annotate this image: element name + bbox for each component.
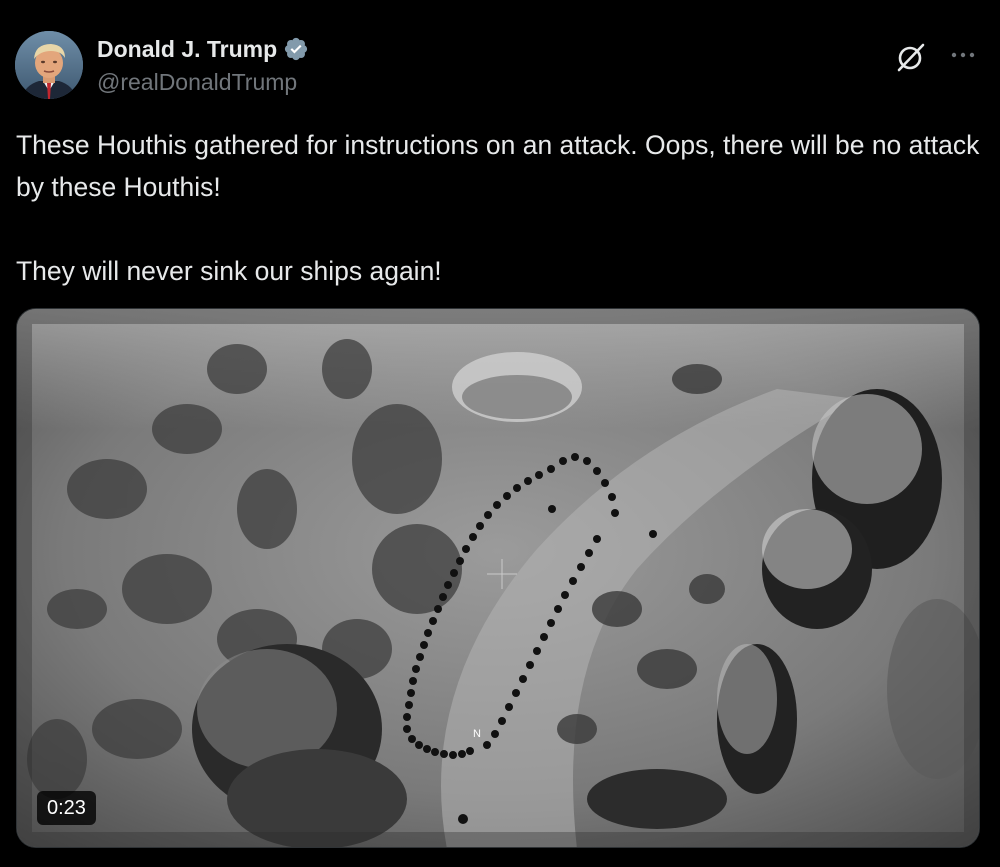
grok-slash-icon <box>897 43 925 72</box>
aerial-video-thumbnail: N <box>17 309 979 847</box>
verified-badge-icon[interactable] <box>283 36 309 62</box>
video-duration-badge: 0:23 <box>37 791 96 825</box>
author-row: Donald J. Trump <box>97 34 309 64</box>
tweet-text: These Houthis gathered for instructions … <box>16 130 980 286</box>
more-options-button[interactable] <box>944 38 982 74</box>
avatar[interactable] <box>15 31 83 99</box>
tweet: Donald J. Trump @realDonaldTrump These H… <box>0 0 1000 867</box>
grok-button[interactable] <box>893 39 929 75</box>
more-dots-icon <box>951 52 975 58</box>
author-handle[interactable]: @realDonaldTrump <box>97 69 297 96</box>
video-player[interactable]: N <box>16 308 980 848</box>
north-marker: N <box>473 728 481 740</box>
author-name[interactable]: Donald J. Trump <box>97 36 277 63</box>
